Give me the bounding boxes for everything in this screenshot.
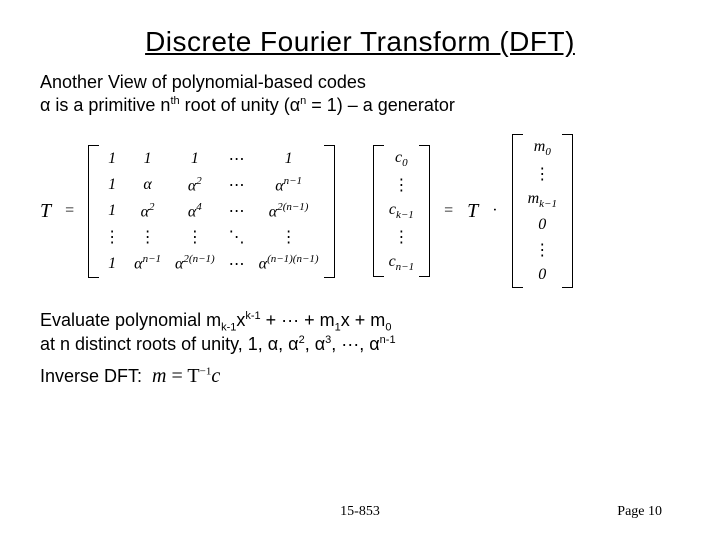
poly2-dots: , ···, α [331, 334, 379, 354]
poly-mid: + ··· + m [261, 310, 335, 330]
inverse-label: Inverse DFT: [40, 366, 142, 387]
poly-prefix: Evaluate polynomial m [40, 310, 221, 330]
inv-m: m [152, 365, 166, 387]
course-number: 15-853 [340, 504, 380, 520]
page-number: Page 10 [617, 504, 662, 520]
poly2-prefix: at n distinct roots of unity, 1, α, α [40, 334, 299, 354]
page-title: Discrete Fourier Transform (DFT) [40, 26, 680, 58]
slide-footer: 15-853 Page 10 [0, 504, 720, 520]
inv-c: c [211, 365, 220, 387]
dot-op: · [488, 202, 501, 220]
intro-line-1: Another View of polynomial-based codes [40, 72, 680, 93]
poly2-supn1: n-1 [380, 334, 396, 346]
inv-sup: −1 [200, 365, 212, 377]
intro2-suffix: = 1) – a generator [306, 95, 455, 115]
polynomial-line-2: at n distinct roots of unity, 1, α, α2, … [40, 334, 680, 355]
inv-eq-T: = T [166, 365, 199, 387]
vector-c: c0 ⋮ ck−1 ⋮ cn−1 [373, 145, 431, 278]
polynomial-line-1: Evaluate polynomial mk-1xk-1 + ··· + m1x… [40, 310, 680, 334]
vector-m: m0 ⋮ mk−1 0 ⋮ 0 [512, 134, 573, 288]
equals-1: = [61, 202, 78, 220]
matrix-T: 111⋯1 1αα2⋯αn−1 1α2α4⋯α2(n−1) ⋮⋮⋮⋱⋮ 1αn−… [88, 145, 334, 278]
equals-2: = [440, 202, 457, 220]
poly-x-m: x + m [341, 310, 386, 330]
intro2-mid: root of unity (α [180, 95, 300, 115]
var-T-left: T [40, 200, 51, 223]
intro2-th: th [170, 95, 179, 107]
intro-line-2: α is a primitive nth root of unity (αn =… [40, 95, 680, 116]
poly2-c1: , α [305, 334, 325, 354]
poly-sub-k1: k-1 [221, 322, 236, 334]
matrix-equation: T = 111⋯1 1αα2⋯αn−1 1α2α4⋯α2(n−1) ⋮⋮⋮⋱⋮ … [40, 134, 680, 288]
inverse-dft-row: Inverse DFT: m = T−1c [40, 365, 680, 388]
intro2-prefix: α is a primitive n [40, 95, 170, 115]
inverse-formula: m = T−1c [152, 365, 220, 388]
poly-sub-0: 0 [385, 322, 391, 334]
var-T-right: T [467, 200, 478, 223]
poly-sup-k1: k-1 [245, 310, 260, 322]
